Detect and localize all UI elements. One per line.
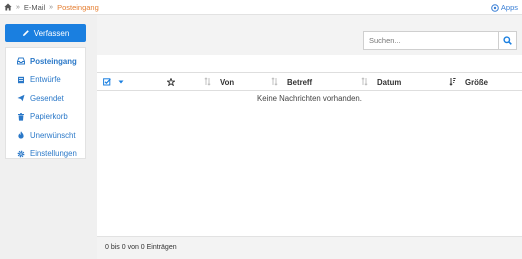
column-header-date[interactable]: Datum — [377, 73, 401, 91]
trash-icon — [18, 112, 24, 121]
mail-folder-sidebar: Posteingang Entwürfe Gesendet Papierkorb… — [5, 47, 86, 159]
sidebar-item-label: Papierkorb — [30, 112, 68, 122]
check-square-icon — [103, 78, 111, 86]
drafts-icon — [18, 76, 24, 83]
breadcrumb-inbox: Posteingang — [57, 2, 99, 12]
sidebar-item-inbox[interactable]: Posteingang — [6, 52, 85, 71]
empty-state-message: Keine Nachrichten vorhanden. — [257, 94, 362, 103]
select-all-checkbox[interactable] — [103, 73, 111, 91]
sidebar-item-label: Einstellungen — [30, 149, 77, 159]
sort-icon[interactable] — [271, 77, 278, 86]
sidebar-item-label: Unerwünscht — [30, 130, 76, 140]
apps-link[interactable]: Apps — [491, 3, 518, 12]
column-header-from[interactable]: Von — [220, 73, 234, 91]
circle-apps-icon — [491, 3, 499, 12]
caret-down-icon — [118, 80, 124, 84]
message-toolbar — [97, 15, 522, 55]
table-footer: 0 bis 0 von 0 Einträgen — [97, 236, 522, 259]
sidebar-item-trash[interactable]: Papierkorb — [6, 108, 85, 127]
sidebar-item-label: Entwürfe — [30, 75, 61, 85]
top-bar: » E-Mail » Posteingang Apps — [0, 0, 522, 15]
message-list-panel: Von Betreff Datum Größe Keine Nachrichte… — [97, 15, 522, 259]
sidebar-item-label: Gesendet — [30, 93, 64, 103]
sort-icon[interactable] — [204, 77, 211, 86]
gear-icon — [17, 150, 25, 158]
apps-label: Apps — [500, 3, 518, 12]
sidebar-item-sent[interactable]: Gesendet — [6, 89, 85, 108]
home-icon[interactable] — [4, 3, 12, 11]
flag-column[interactable] — [167, 73, 175, 91]
search-box — [363, 31, 517, 50]
message-table-header: Von Betreff Datum Größe — [97, 72, 522, 91]
search-button[interactable] — [498, 31, 517, 50]
breadcrumb: » E-Mail » Posteingang — [0, 3, 99, 12]
sort-desc-icon[interactable] — [449, 77, 456, 86]
column-header-size[interactable]: Größe — [465, 73, 488, 91]
compose-label: Verfassen — [33, 28, 70, 38]
column-header-subject[interactable]: Betreff — [287, 73, 312, 91]
sort-icon[interactable] — [361, 77, 368, 86]
sidebar-item-junk[interactable]: Unerwünscht — [6, 126, 85, 145]
sidebar-item-label: Posteingang — [30, 56, 77, 66]
breadcrumb-email[interactable]: E-Mail — [24, 3, 45, 12]
pagination-info: 0 bis 0 von 0 Einträgen — [105, 244, 177, 251]
sidebar-item-settings[interactable]: Einstellungen — [6, 145, 85, 164]
compose-button[interactable]: Verfassen — [5, 24, 86, 42]
select-dropdown-toggle[interactable] — [118, 73, 124, 91]
search-icon — [503, 36, 512, 45]
pencil-icon — [22, 30, 29, 36]
star-icon — [167, 78, 175, 86]
sidebar-item-drafts[interactable]: Entwürfe — [6, 71, 85, 90]
breadcrumb-separator: » — [16, 3, 20, 11]
send-icon — [17, 95, 25, 102]
fire-icon — [18, 131, 24, 139]
inbox-icon — [17, 57, 25, 65]
breadcrumb-separator: » — [49, 3, 54, 11]
search-input[interactable] — [363, 31, 498, 50]
